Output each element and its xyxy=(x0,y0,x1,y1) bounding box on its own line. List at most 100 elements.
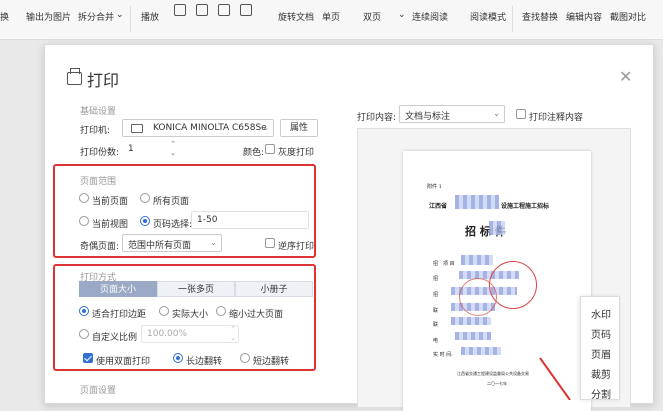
print-content-label: 打印内容: xyxy=(357,113,397,123)
doc-row: 实 时 间: xyxy=(433,352,453,358)
current-page-label: 当前页面 xyxy=(92,197,129,207)
toolbar-item-convert[interactable]: 换 xyxy=(0,10,9,23)
printer-label: 打印机: xyxy=(80,126,111,136)
custom-scale-input[interactable]: 100.00% ⌃ ⌄ xyxy=(141,325,239,343)
radio-long-edge[interactable] xyxy=(173,353,183,363)
print-content-select[interactable]: 文档与标注 ⌄ xyxy=(399,105,505,123)
doc-line1: 江西省 xyxy=(429,203,448,210)
grayscale-checkbox[interactable] xyxy=(265,144,275,154)
custom-scale-label: 自定义比例 xyxy=(92,333,138,343)
toolbar-item-screenshot-compare[interactable]: 截图对比 xyxy=(610,10,646,23)
short-edge-label: 短边翻转 xyxy=(253,357,290,367)
radio-actual-size[interactable] xyxy=(159,306,169,316)
fit-icon[interactable] xyxy=(174,4,186,16)
doc-row: 联 xyxy=(433,308,439,314)
page-select-label: 页码选择: xyxy=(153,220,193,230)
color-label: 颜色: xyxy=(243,148,265,158)
grayscale-label: 灰度打印 xyxy=(278,148,315,158)
redacted-block xyxy=(451,317,491,325)
printer-select[interactable]: KONICA MINOLTA C658Se ⌄ xyxy=(122,119,274,137)
toolbar-item-edit-content[interactable]: 编辑内容 xyxy=(566,10,602,23)
doc-line1b: 设施工程施工招标 xyxy=(501,203,550,210)
copies-value: 1 xyxy=(128,144,134,154)
doc-row: 招 xyxy=(433,261,439,267)
toolbar-item-export-image[interactable]: 输出为图片 xyxy=(26,10,71,23)
chevron-down-icon[interactable]: ⌄ xyxy=(398,10,406,20)
odd-even-select[interactable]: 范围中所有页面 ⌄ xyxy=(122,234,222,252)
page-range-input[interactable]: 1-50 xyxy=(191,211,309,229)
radio-short-edge[interactable] xyxy=(240,353,250,363)
fit-margin-label: 适合打印边距 xyxy=(92,310,147,320)
tab-page-size[interactable]: 页面大小 xyxy=(79,281,157,297)
radio-page-select[interactable] xyxy=(140,216,150,226)
official-seal xyxy=(459,278,497,316)
radio-current-view[interactable] xyxy=(79,216,89,226)
doc-signature: 江西省交通工程建设监督局公共设备交易 xyxy=(457,371,529,376)
side-item-page-number[interactable]: 页码 xyxy=(581,326,621,341)
app-toolbar: 换 输出为图片 拆分合并 ⌄ 播放 旋转文档 单页 双页 ⌄ 连续阅读 阅读模式… xyxy=(0,0,663,40)
chevron-down-icon: ⌄ xyxy=(493,109,500,118)
toolbar-item-single-page[interactable]: 单页 xyxy=(322,10,340,23)
side-item-split[interactable]: 分割 xyxy=(581,386,621,401)
custom-scale-value: 100.00% xyxy=(147,329,188,339)
toolbar-item-rotate[interactable]: 旋转文档 xyxy=(278,10,314,23)
redacted-block xyxy=(455,195,499,209)
radio-current-page[interactable] xyxy=(79,193,89,203)
side-item-header[interactable]: 页眉 xyxy=(581,346,621,361)
toolbar-item-double-page[interactable]: 双页 xyxy=(363,10,381,23)
stepper-arrows-icon[interactable]: ⌃ ⌄ xyxy=(170,140,176,158)
properties-button[interactable]: 属性 xyxy=(280,119,318,137)
redacted-block xyxy=(455,332,491,340)
current-view-label: 当前视图 xyxy=(92,220,129,230)
side-item-crop[interactable]: 裁剪 xyxy=(581,366,621,381)
annotation-arrow xyxy=(539,357,571,400)
print-comments-label: 打印注释内容 xyxy=(529,113,584,123)
rotate-left-icon[interactable] xyxy=(218,4,230,16)
chevron-down-icon[interactable]: ⌄ xyxy=(116,10,124,20)
doc-row: 电 xyxy=(433,338,439,344)
redacted-block xyxy=(461,255,493,265)
printer-value: KONICA MINOLTA C658Se xyxy=(153,123,267,133)
crop-icon[interactable] xyxy=(196,4,208,16)
copies-label: 打印份数: xyxy=(80,148,120,158)
radio-shrink-large[interactable] xyxy=(216,306,226,316)
chevron-down-icon: ⌄ xyxy=(210,238,217,247)
section-basic: 基础设置 xyxy=(80,107,117,117)
doc-date: 二〇一七年 xyxy=(487,381,507,386)
rotate-right-icon[interactable] xyxy=(240,4,252,16)
reverse-print-label: 逆序打印 xyxy=(278,242,315,252)
toolbar-item-split-merge[interactable]: 拆分合并 xyxy=(78,10,114,23)
radio-custom-scale[interactable] xyxy=(79,329,89,339)
stepper-arrows-icon[interactable]: ⌃ ⌄ xyxy=(230,325,236,343)
side-menu: 水印 页码 页眉 裁剪 分割 xyxy=(580,296,621,401)
close-icon[interactable]: ✕ xyxy=(619,67,632,86)
side-item-watermark[interactable]: 水印 xyxy=(581,306,621,321)
page-range-value: 1-50 xyxy=(197,215,218,225)
shrink-large-label: 缩小过大页面 xyxy=(229,310,284,320)
toolbar-item-play[interactable]: 播放 xyxy=(141,10,159,23)
duplex-label: 使用双面打印 xyxy=(96,357,151,367)
print-comments-checkbox[interactable] xyxy=(516,109,526,119)
copies-stepper[interactable]: 1 ⌃ ⌄ xyxy=(122,140,179,158)
all-pages-label: 所有页面 xyxy=(153,197,190,207)
reverse-print-checkbox[interactable] xyxy=(265,238,275,248)
duplex-checkbox[interactable] xyxy=(83,353,93,363)
redacted-block xyxy=(461,347,501,355)
toolbar-divider xyxy=(130,6,131,32)
tab-booklet[interactable]: 小册子 xyxy=(235,281,313,297)
tab-multi-page[interactable]: 一张多页 xyxy=(157,281,235,297)
radio-all-pages[interactable] xyxy=(140,193,150,203)
redacted-block xyxy=(489,221,505,235)
doc-row: 项 目 xyxy=(443,261,455,267)
actual-size-label: 实际大小 xyxy=(172,310,209,320)
toolbar-divider xyxy=(512,6,513,32)
odd-even-value: 范围中所有页面 xyxy=(128,241,192,251)
doc-attachment: 附件 1 xyxy=(427,184,442,190)
print-content-value: 文档与标注 xyxy=(405,112,451,122)
toolbar-item-find-replace[interactable]: 查找替换 xyxy=(522,10,558,23)
dialog-title: 打印 xyxy=(87,71,120,90)
toolbar-item-reading-mode[interactable]: 阅读模式 xyxy=(470,10,506,23)
printer-icon xyxy=(67,68,82,85)
radio-fit-margin[interactable] xyxy=(79,306,89,316)
toolbar-item-continuous[interactable]: 连续阅读 xyxy=(412,10,448,23)
